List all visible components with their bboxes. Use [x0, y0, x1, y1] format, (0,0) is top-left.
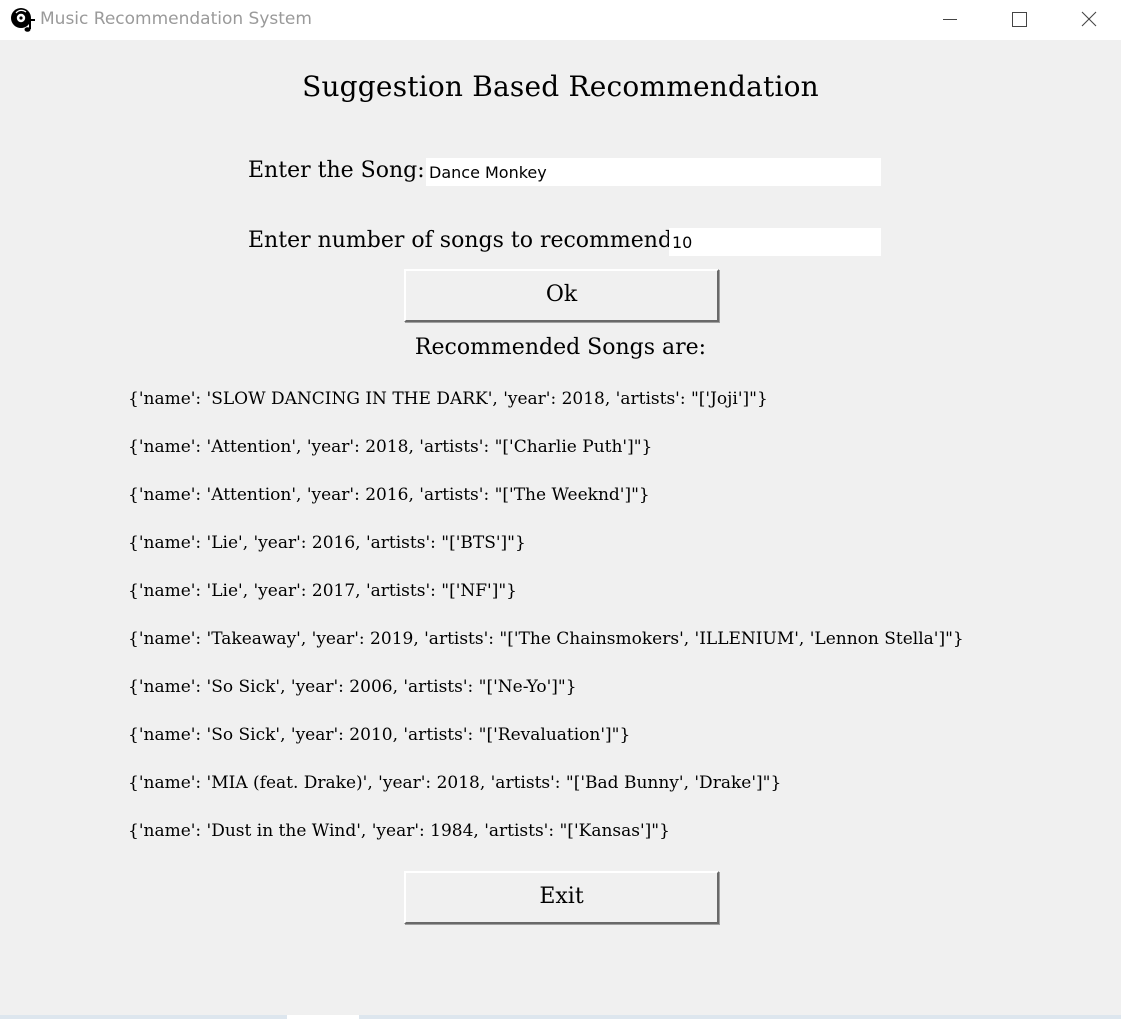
result-item: {'name': 'Attention', 'year': 2018, 'art…	[128, 437, 653, 457]
result-item: {'name': 'Lie', 'year': 2016, 'artists':…	[128, 533, 526, 553]
ok-button[interactable]: Ok	[404, 269, 719, 322]
minimize-button[interactable]	[927, 0, 973, 40]
close-button[interactable]	[1066, 0, 1112, 40]
count-input[interactable]	[669, 228, 881, 256]
song-input[interactable]	[426, 158, 881, 186]
result-item: {'name': 'MIA (feat. Drake)', 'year': 20…	[128, 773, 782, 793]
taskbar-edge	[0, 1015, 1121, 1019]
window-title: Music Recommendation System	[40, 9, 312, 29]
result-item: {'name': 'Dust in the Wind', 'year': 198…	[128, 821, 670, 841]
exit-button[interactable]: Exit	[404, 871, 719, 924]
results-heading: Recommended Songs are:	[414, 335, 707, 360]
result-item: {'name': 'So Sick', 'year': 2010, 'artis…	[128, 725, 631, 745]
result-item: {'name': 'Lie', 'year': 2017, 'artists':…	[128, 581, 517, 601]
taskbar-highlight	[287, 1015, 359, 1019]
count-label: Enter number of songs to recommend:	[248, 228, 680, 253]
title-bar[interactable]: Music Recommendation System	[0, 0, 1121, 40]
page-title: Suggestion Based Recommendation	[302, 70, 819, 103]
maximize-button[interactable]	[996, 0, 1042, 40]
close-icon	[1081, 11, 1097, 27]
maximize-icon	[1012, 12, 1027, 27]
music-disc-icon	[10, 7, 36, 33]
result-item: {'name': 'SLOW DANCING IN THE DARK', 'ye…	[128, 389, 768, 409]
song-label: Enter the Song:	[248, 158, 425, 183]
result-item: {'name': 'Takeaway', 'year': 2019, 'arti…	[128, 629, 964, 649]
minimize-icon	[943, 19, 957, 20]
result-item: {'name': 'Attention', 'year': 2016, 'art…	[128, 485, 650, 505]
result-item: {'name': 'So Sick', 'year': 2006, 'artis…	[128, 677, 577, 697]
results-list: {'name': 'SLOW DANCING IN THE DARK', 'ye…	[128, 384, 964, 864]
